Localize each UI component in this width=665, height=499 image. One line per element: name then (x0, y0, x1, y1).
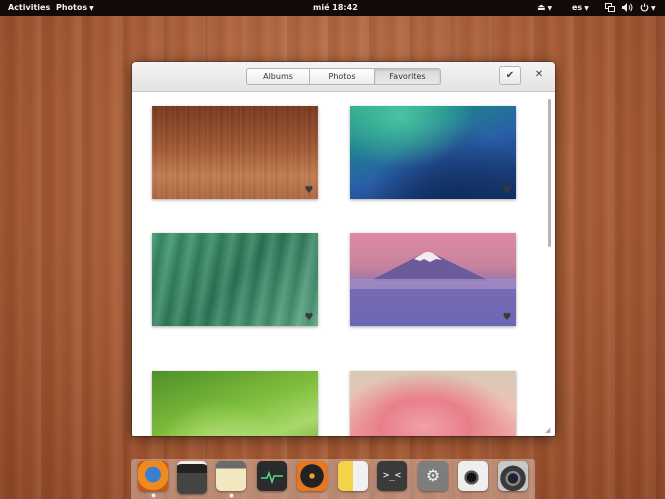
network-icon[interactable] (605, 0, 615, 16)
checkmark-icon: ✔ (505, 70, 515, 81)
photo-thumbnail[interactable]: ♥ (152, 233, 318, 326)
keyboard-layout-menu[interactable]: es ▼ (572, 0, 589, 16)
close-button[interactable]: ✕ (530, 66, 548, 84)
heart-icon[interactable]: ♥ (303, 185, 315, 197)
resize-grip-icon[interactable]: ◢ (545, 426, 553, 434)
terminal-icon[interactable]: >_< (377, 461, 407, 491)
tab-photos[interactable]: Photos (310, 69, 375, 84)
app-menu-label: Photos (56, 3, 88, 12)
activities-button[interactable]: Activities (8, 0, 50, 16)
tab-albums[interactable]: Albums (247, 69, 310, 84)
clock[interactable]: mié 18:42 (313, 0, 358, 16)
photo-thumbnail[interactable] (350, 371, 516, 436)
power-icon[interactable]: ▼ (640, 0, 656, 16)
header-bar: Albums Photos Favorites ✔ ✕ (132, 62, 555, 92)
firefox-icon[interactable] (138, 461, 168, 491)
keyboard-layout-label: es (572, 3, 583, 12)
view-switcher: Albums Photos Favorites (246, 68, 441, 85)
photo-thumbnail[interactable]: ♥ (350, 233, 516, 326)
photo-thumbnail[interactable] (152, 371, 318, 436)
files-icon[interactable] (216, 461, 246, 491)
webcam-icon[interactable] (458, 461, 488, 491)
video-editor-icon[interactable] (177, 461, 207, 494)
running-indicator (152, 494, 155, 497)
photo-thumbnail[interactable]: ♥ (350, 106, 516, 199)
top-panel: Activities Photos ▼ mié 18:42 ⏏ ▼ es ▼ ▼ (0, 0, 665, 16)
scrollbar[interactable] (548, 99, 551, 247)
tab-favorites[interactable]: Favorites (375, 69, 440, 84)
heart-icon[interactable]: ♥ (501, 185, 513, 197)
app-menu[interactable]: Photos ▼ (56, 0, 94, 16)
chevron-down-icon: ▼ (89, 5, 94, 12)
eject-icon[interactable]: ⏏ ▼ (537, 0, 552, 16)
select-button[interactable]: ✔ (499, 66, 521, 85)
mountain-illustration (350, 252, 516, 326)
photo-grid: ♥ ♥ ♥ ♥ (132, 92, 555, 436)
settings-icon[interactable]: ⚙ (418, 461, 448, 491)
running-indicator (230, 494, 233, 497)
system-monitor-icon[interactable] (257, 461, 287, 491)
chevron-down-icon: ▼ (584, 5, 589, 12)
volume-icon[interactable] (622, 0, 633, 16)
photo-thumbnail[interactable]: ♥ (152, 106, 318, 199)
photos-window: Albums Photos Favorites ✔ ✕ ♥ ♥ ♥ ♥ ◢ (132, 62, 555, 436)
close-icon: ✕ (534, 69, 544, 80)
heart-icon[interactable]: ♥ (303, 312, 315, 324)
music-player-icon[interactable] (297, 461, 327, 491)
heart-icon[interactable]: ♥ (501, 312, 513, 324)
camera-icon[interactable] (498, 461, 528, 491)
audio-player-icon[interactable] (338, 461, 368, 491)
